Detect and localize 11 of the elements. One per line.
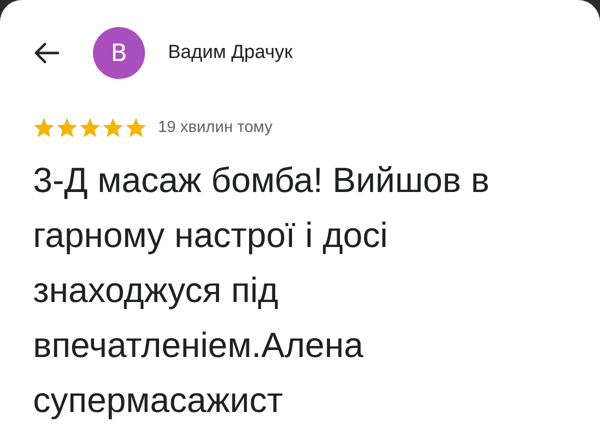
- review-text: 3-Д масаж бомба! Вийшов в гарному настрої і досі знаходжуся під впечатленіем.Алена супермасажист: [33, 160, 490, 422]
- author-name: Вадим Драчук: [168, 42, 293, 64]
- back-button[interactable]: [33, 42, 59, 64]
- star-icon: [79, 117, 101, 138]
- back-arrow-icon: [33, 42, 59, 64]
- star-icon: [33, 117, 55, 138]
- avatar: В: [93, 27, 145, 79]
- star-icon: [102, 117, 124, 138]
- star-icon: [125, 117, 147, 138]
- star-icon: [56, 117, 78, 138]
- review-time: 19 хвилин тому: [158, 118, 272, 136]
